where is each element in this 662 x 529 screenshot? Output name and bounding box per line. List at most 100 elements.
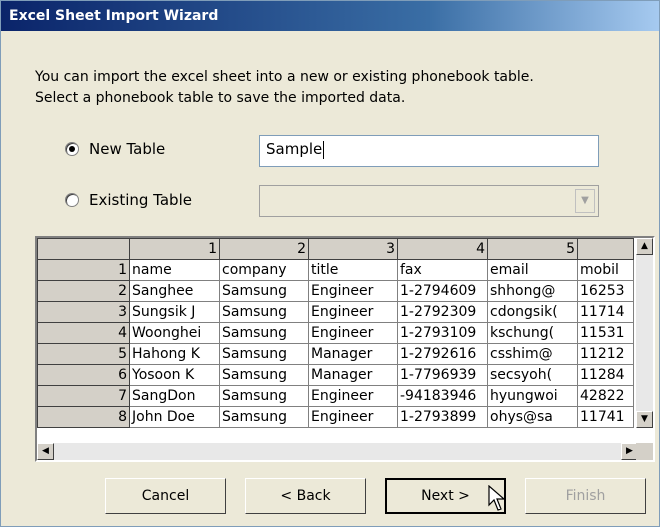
grid-cell[interactable]: 1-2793899	[397, 406, 488, 428]
grid-cell[interactable]: 11714	[577, 301, 634, 323]
row-header[interactable]: 1	[37, 259, 130, 281]
column-header[interactable]: 4	[397, 238, 488, 260]
grid-cell[interactable]: mobil	[577, 259, 634, 281]
cancel-button[interactable]: Cancel	[105, 478, 226, 514]
description-line-1: You can import the excel sheet into a ne…	[35, 69, 534, 85]
row-header[interactable]: 8	[37, 406, 130, 428]
grid-cell[interactable]: Yosoon K	[129, 364, 220, 386]
grid-cell[interactable]: kschung(	[487, 322, 578, 344]
grid-cell[interactable]: fax	[397, 259, 488, 281]
existing-table-option[interactable]: Existing Table	[65, 191, 192, 209]
grid-cell[interactable]: Samsung	[219, 385, 309, 407]
grid-cell[interactable]: 42822	[577, 385, 634, 407]
grid-cell[interactable]: name	[129, 259, 220, 281]
row-header[interactable]: 6	[37, 364, 130, 386]
table-row: 1 name company title fax email mobil	[37, 259, 634, 281]
grid-cell[interactable]: Manager	[308, 364, 398, 386]
table-row: 4 Woonghei Samsung Engineer 1-2793109 ks…	[37, 322, 634, 344]
grid-cell[interactable]: Samsung	[219, 280, 309, 302]
grid-cell[interactable]: Hahong K	[129, 343, 220, 365]
grid-cell[interactable]: Engineer	[308, 280, 398, 302]
column-header[interactable]: 2	[219, 238, 309, 260]
grid-cell[interactable]: email	[487, 259, 578, 281]
new-table-name-value: Sample	[266, 140, 323, 158]
chevron-down-icon[interactable]: ▼	[575, 189, 595, 213]
grid-cell[interactable]: Engineer	[308, 385, 398, 407]
grid-cell[interactable]: 1-7796939	[397, 364, 488, 386]
grid-cell[interactable]: 11741	[577, 406, 634, 428]
grid-cell[interactable]: Engineer	[308, 322, 398, 344]
grid-cell[interactable]: Samsung	[219, 343, 309, 365]
grid-cell[interactable]: 11284	[577, 364, 634, 386]
description-text: You can import the excel sheet into a ne…	[35, 67, 534, 109]
grid-cell[interactable]: ohys@sa	[487, 406, 578, 428]
horizontal-scrollbar[interactable]: ◀ ▶	[37, 443, 638, 460]
grid-cell[interactable]: Sanghee	[129, 280, 220, 302]
grid-cell[interactable]: 16253	[577, 280, 634, 302]
new-table-radio[interactable]	[65, 142, 79, 156]
new-table-option[interactable]: New Table	[65, 140, 165, 158]
grid-cell[interactable]: title	[308, 259, 398, 281]
grid-cell[interactable]: secsyoh(	[487, 364, 578, 386]
grid-cell[interactable]: SangDon	[129, 385, 220, 407]
grid-cell[interactable]: 1-2792309	[397, 301, 488, 323]
grid-cell[interactable]: Samsung	[219, 406, 309, 428]
table-row: 7 SangDon Samsung Engineer -94183946 hyu…	[37, 385, 634, 407]
title-bar[interactable]: Excel Sheet Import Wizard	[1, 1, 659, 31]
column-header[interactable]: 1	[129, 238, 220, 260]
scroll-down-icon[interactable]: ▼	[636, 411, 653, 428]
row-header[interactable]: 3	[37, 301, 130, 323]
grid-cell[interactable]: -94183946	[397, 385, 488, 407]
data-preview-grid[interactable]: 1 2 3 4 5 1 name company title fax email…	[35, 236, 655, 462]
mouse-pointer-icon	[488, 485, 506, 511]
text-caret	[323, 140, 325, 159]
grid-cell[interactable]: hyungwoi	[487, 385, 578, 407]
row-header[interactable]: 2	[37, 280, 130, 302]
grid-cell[interactable]: company	[219, 259, 309, 281]
new-table-label: New Table	[89, 140, 166, 158]
grid-cell[interactable]: csshim@	[487, 343, 578, 365]
table-row: 5 Hahong K Samsung Manager 1-2792616 css…	[37, 343, 634, 365]
grid-cell[interactable]: Manager	[308, 343, 398, 365]
grid-header-row: 1 2 3 4 5	[37, 238, 634, 260]
finish-button: Finish	[525, 478, 646, 514]
existing-table-select[interactable]: ▼	[259, 185, 599, 217]
column-header[interactable]: 3	[308, 238, 398, 260]
grid-cell[interactable]: Samsung	[219, 364, 309, 386]
column-header[interactable]: 5	[487, 238, 578, 260]
column-header[interactable]	[577, 238, 634, 260]
description-line-2: Select a phonebook table to save the imp…	[35, 90, 406, 106]
table-row: 6 Yosoon K Samsung Manager 1-7796939 sec…	[37, 364, 634, 386]
grid-cell[interactable]: 1-2794609	[397, 280, 488, 302]
new-table-name-input[interactable]: Sample	[259, 135, 599, 167]
grid-cell[interactable]: Engineer	[308, 406, 398, 428]
existing-table-label: Existing Table	[89, 191, 192, 209]
row-header[interactable]: 5	[37, 343, 130, 365]
grid-cell[interactable]: Woonghei	[129, 322, 220, 344]
row-header[interactable]: 4	[37, 322, 130, 344]
table-row: 2 Sanghee Samsung Engineer 1-2794609 shh…	[37, 280, 634, 302]
corner-header[interactable]	[37, 238, 130, 260]
grid-cell[interactable]: shhong@	[487, 280, 578, 302]
grid-cell[interactable]: Sungsik J	[129, 301, 220, 323]
grid-cell[interactable]: 1-2793109	[397, 322, 488, 344]
scroll-left-icon[interactable]: ◀	[37, 443, 54, 460]
grid-cell[interactable]: cdongsik(	[487, 301, 578, 323]
grid-cell[interactable]: 11531	[577, 322, 634, 344]
grid-cell[interactable]: 11212	[577, 343, 634, 365]
row-header[interactable]: 7	[37, 385, 130, 407]
back-button[interactable]: < Back	[245, 478, 366, 514]
existing-table-radio[interactable]	[65, 193, 79, 207]
scroll-up-icon[interactable]: ▲	[636, 238, 653, 255]
window-title: Excel Sheet Import Wizard	[9, 8, 219, 24]
grid-cell[interactable]: Engineer	[308, 301, 398, 323]
grid-cell[interactable]: Samsung	[219, 301, 309, 323]
scrollbar-corner	[636, 443, 653, 460]
grid-cell[interactable]: Samsung	[219, 322, 309, 344]
grid-table: 1 2 3 4 5 1 name company title fax email…	[37, 238, 634, 428]
wizard-window: Excel Sheet Import Wizard You can import…	[0, 0, 660, 527]
grid-cell[interactable]: 1-2792616	[397, 343, 488, 365]
vertical-scrollbar[interactable]: ▲ ▼	[636, 238, 653, 428]
table-row: 8 John Doe Samsung Engineer 1-2793899 oh…	[37, 406, 634, 428]
grid-cell[interactable]: John Doe	[129, 406, 220, 428]
